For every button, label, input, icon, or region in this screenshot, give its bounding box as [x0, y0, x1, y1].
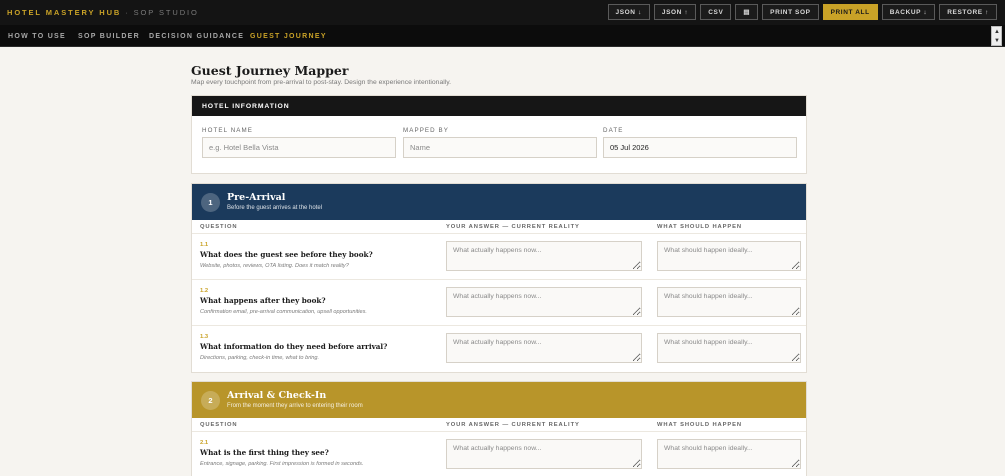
- print-all-button[interactable]: PRINT ALL: [822, 4, 878, 20]
- section-subtitle: From the moment they arrive to entering …: [227, 403, 363, 409]
- col-question: QUESTION: [200, 422, 238, 428]
- question-number: 1.2: [200, 288, 209, 294]
- main-nav: HOW TO USE SOP BUILDER DECISION GUIDANCE…: [0, 25, 1005, 47]
- current-reality-input[interactable]: [446, 439, 642, 469]
- tab-how-to-use[interactable]: HOW TO USE: [8, 33, 66, 40]
- hotel-info-header: HOTEL INFORMATION: [192, 96, 806, 116]
- question-hint: Confirmation email, pre-arrival communic…: [200, 309, 367, 315]
- ideal-input[interactable]: [657, 333, 801, 363]
- column-headers: QUESTION YOUR ANSWER — CURRENT REALITY W…: [192, 220, 806, 234]
- question-number: 1.3: [200, 334, 209, 340]
- mapped-by-input[interactable]: [403, 137, 597, 158]
- restore-button[interactable]: RESTORE ↑: [939, 4, 997, 20]
- hotel-name-label: HOTEL NAME: [202, 127, 253, 134]
- tab-decision-guidance[interactable]: DECISION GUIDANCE: [149, 33, 244, 40]
- section-title: Arrival & Check-In: [227, 390, 327, 401]
- tab-sop-builder[interactable]: SOP BUILDER: [78, 33, 140, 40]
- date-label: DATE: [603, 127, 624, 134]
- section-title: Pre-Arrival: [227, 192, 286, 203]
- section-pre-arrival: 1 Pre-Arrival Before the guest arrives a…: [191, 183, 807, 373]
- section-subtitle: Before the guest arrives at the hotel: [227, 205, 323, 211]
- import-json-button[interactable]: JSON ↑: [653, 4, 697, 20]
- question-hint: Directions, parking, check-in time, what…: [200, 355, 320, 361]
- ideal-input[interactable]: [657, 241, 801, 271]
- brand-name: HOTEL MASTERY HUB: [7, 8, 122, 17]
- question-hint: Entrance, signage, parking. First impres…: [200, 461, 364, 467]
- ideal-input[interactable]: [657, 439, 801, 469]
- date-input[interactable]: [603, 137, 797, 158]
- current-reality-input[interactable]: [446, 287, 642, 317]
- column-headers: QUESTION YOUR ANSWER — CURRENT REALITY W…: [192, 418, 806, 432]
- current-reality-input[interactable]: [446, 333, 642, 363]
- col-question: QUESTION: [200, 224, 238, 230]
- print-sop-button[interactable]: PRINT SOP: [762, 4, 819, 20]
- question-number: 2.1: [200, 440, 209, 446]
- question-text: What is the first thing they see?: [200, 448, 329, 457]
- hotel-info-card: HOTEL INFORMATION HOTEL NAME MAPPED BY D…: [191, 95, 807, 174]
- question-text: What information do they need before arr…: [200, 342, 388, 351]
- col-ideal: WHAT SHOULD HAPPEN: [657, 422, 743, 428]
- export-csv-button[interactable]: CSV: [700, 4, 732, 20]
- col-ideal: WHAT SHOULD HAPPEN: [657, 224, 743, 230]
- scrollbar[interactable]: ▲ ▼: [991, 26, 1002, 46]
- section-header: 2 Arrival & Check-In From the moment the…: [192, 382, 806, 418]
- page-subtitle: Map every touchpoint from pre-arrival to…: [191, 79, 452, 86]
- question-row: 1.2 What happens after they book? Confir…: [192, 280, 806, 326]
- mapped-by-field: MAPPED BY: [403, 127, 597, 158]
- question-row: 1.1 What does the guest see before they …: [192, 234, 806, 280]
- page-title: Guest Journey Mapper: [191, 63, 349, 78]
- question-text: What happens after they book?: [200, 296, 326, 305]
- mapped-by-label: MAPPED BY: [403, 127, 450, 134]
- question-text: What does the guest see before they book…: [200, 250, 373, 259]
- toolbar: JSON ↓ JSON ↑ CSV ▤ PRINT SOP PRINT ALL …: [607, 4, 997, 20]
- col-current: YOUR ANSWER — CURRENT REALITY: [446, 422, 580, 428]
- current-reality-input[interactable]: [446, 241, 642, 271]
- app-brand: HOTEL MASTERY HUB · SOP STUDIO: [7, 8, 199, 17]
- tab-guest-journey[interactable]: GUEST JOURNEY: [250, 33, 327, 40]
- question-row: 2.1 What is the first thing they see? En…: [192, 432, 806, 476]
- print-preview-button[interactable]: ▤: [735, 4, 759, 20]
- hotel-name-field: HOTEL NAME: [202, 127, 396, 158]
- top-bar: HOTEL MASTERY HUB · SOP STUDIO JSON ↓ JS…: [0, 0, 1005, 25]
- export-json-button[interactable]: JSON ↓: [607, 4, 650, 20]
- question-hint: Website, photos, reviews, OTA listing. D…: [200, 263, 349, 269]
- section-number: 2: [201, 391, 220, 410]
- question-number: 1.1: [200, 242, 209, 248]
- scroll-down-icon[interactable]: ▼: [994, 38, 1000, 44]
- col-current: YOUR ANSWER — CURRENT REALITY: [446, 224, 580, 230]
- question-row: 1.3 What information do they need before…: [192, 326, 806, 372]
- scroll-up-icon[interactable]: ▲: [994, 29, 1000, 35]
- section-header: 1 Pre-Arrival Before the guest arrives a…: [192, 184, 806, 220]
- brand-suffix: · SOP STUDIO: [125, 8, 199, 17]
- date-field: DATE: [603, 127, 797, 158]
- hotel-name-input[interactable]: [202, 137, 396, 158]
- ideal-input[interactable]: [657, 287, 801, 317]
- section-arrival-check-in: 2 Arrival & Check-In From the moment the…: [191, 381, 807, 476]
- backup-button[interactable]: BACKUP ↓: [881, 4, 936, 20]
- section-number: 1: [201, 193, 220, 212]
